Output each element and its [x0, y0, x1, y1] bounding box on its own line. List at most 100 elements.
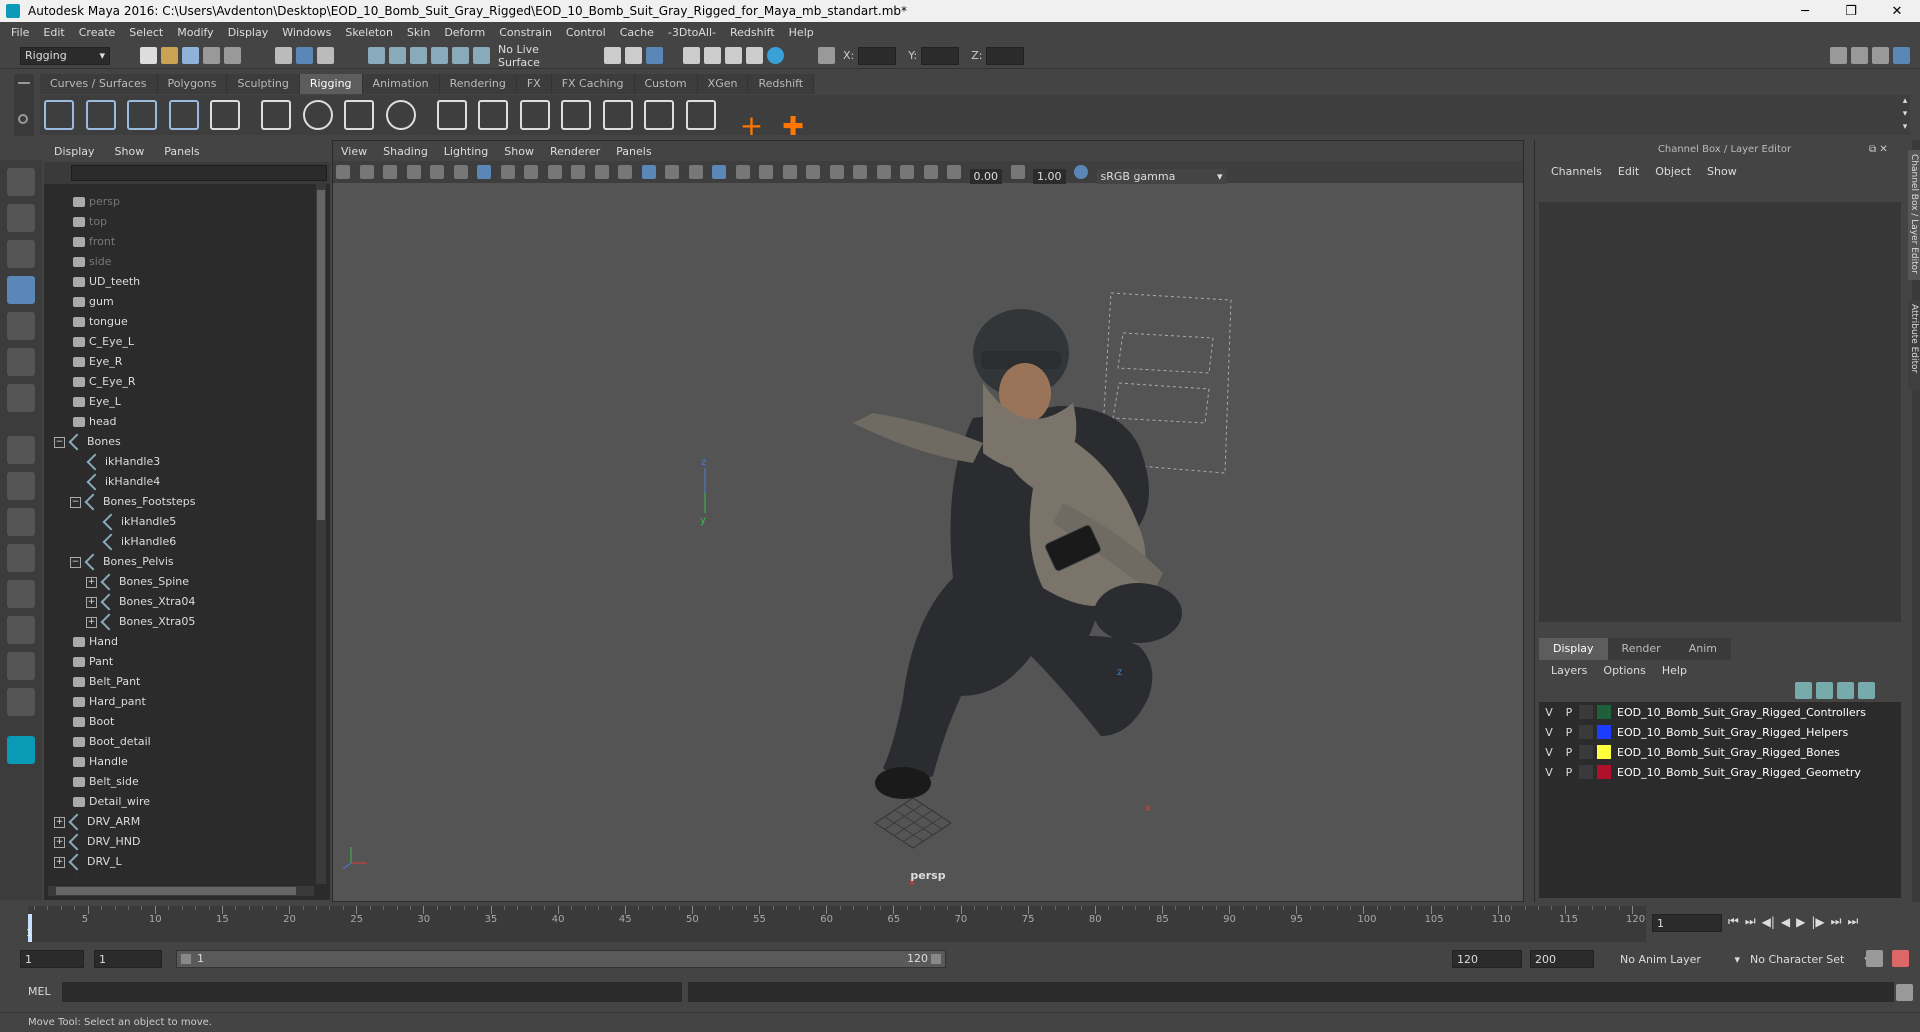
playback-end-field[interactable]: 120	[1452, 950, 1522, 968]
persp-graph-layout-icon[interactable]	[7, 544, 35, 572]
layer-color-swatch[interactable]	[1597, 705, 1611, 719]
grid-icon[interactable]	[477, 165, 491, 179]
motion-blur-icon[interactable]	[876, 165, 891, 179]
shadows-icon[interactable]	[759, 165, 773, 179]
hypershade-layout-icon[interactable]	[7, 580, 35, 608]
close-button[interactable]: ✕	[1874, 4, 1920, 19]
depth-of-field-icon[interactable]	[923, 165, 938, 179]
tool-settings-icon[interactable]	[1872, 47, 1889, 64]
outliner-item[interactable]: front	[44, 232, 330, 252]
menu-deform[interactable]: Deform	[437, 26, 492, 39]
new-scene-icon[interactable]	[140, 47, 157, 64]
outliner-item[interactable]: Handle	[44, 752, 330, 772]
shelf-tab-animation[interactable]: Animation	[362, 74, 440, 94]
use-lights-icon[interactable]	[735, 165, 750, 179]
menu-constrain[interactable]: Constrain	[492, 26, 559, 39]
outliner-item[interactable]: Eye_R	[44, 352, 330, 372]
select-component-icon[interactable]	[317, 47, 334, 64]
outliner-item[interactable]: − Bones	[44, 432, 330, 452]
step-forward-key-icon[interactable]: ⏭	[1831, 914, 1842, 929]
layer-display-type[interactable]	[1579, 765, 1593, 779]
viewport-menu-panels[interactable]: Panels	[608, 145, 659, 158]
maya-home-icon[interactable]	[7, 736, 35, 764]
render-setup-icon[interactable]	[725, 47, 742, 64]
camera-attributes-icon[interactable]	[359, 165, 374, 179]
layer-menu-layers[interactable]: Layers	[1543, 664, 1595, 677]
outliner-item[interactable]: + DRV_L	[44, 852, 330, 872]
step-forward-frame-icon[interactable]: |▶	[1811, 915, 1824, 929]
layer-display-type[interactable]	[1579, 745, 1593, 759]
viewport-menu-show[interactable]: Show	[496, 145, 542, 158]
snap-grid-icon[interactable]	[368, 47, 385, 64]
isolate-select-icon[interactable]	[829, 165, 844, 179]
outliner-item[interactable]: + Bones_Spine	[44, 572, 330, 592]
outliner-item[interactable]: Belt_Pant	[44, 672, 330, 692]
shelf-options[interactable]	[14, 74, 34, 136]
bind-skin-icon[interactable]	[261, 100, 291, 130]
outliner-item[interactable]: ikHandle6	[44, 532, 330, 552]
channel-menu-channels[interactable]: Channels	[1543, 165, 1610, 178]
layer-tab-display[interactable]: Display	[1539, 638, 1608, 660]
select-hierarchy-icon[interactable]	[275, 47, 292, 64]
shelf-tab-xgen[interactable]: XGen	[697, 74, 749, 94]
scale-constraint-icon[interactable]	[561, 100, 591, 130]
graph-editor-layout-icon[interactable]	[7, 652, 35, 680]
single-perspective-layout-icon[interactable]	[7, 436, 35, 464]
expand-icon[interactable]: +	[54, 816, 65, 828]
outliner-hscrollbar[interactable]	[48, 886, 314, 896]
outliner-item[interactable]: Belt_side	[44, 772, 330, 792]
shelf-tab-custom[interactable]: Custom	[634, 74, 698, 94]
menu-cache[interactable]: Cache	[613, 26, 661, 39]
render-view-icon[interactable]	[625, 47, 642, 64]
mode-dropdown[interactable]: Rigging ▾	[20, 46, 110, 65]
shelf-tab-fx[interactable]: FX	[516, 74, 552, 94]
attribute-editor-toggle-icon[interactable]	[1851, 47, 1868, 64]
layer-tab-anim[interactable]: Anim	[1674, 638, 1731, 660]
grease-pencil-icon[interactable]	[453, 165, 468, 179]
textured-icon[interactable]	[688, 165, 703, 179]
menu-modify[interactable]: Modify	[170, 26, 220, 39]
move-layer-down-icon[interactable]	[1816, 682, 1833, 699]
exposure-icon[interactable]	[947, 165, 961, 179]
menu-skeleton[interactable]: Skeleton	[338, 26, 400, 39]
lattice-icon[interactable]	[344, 100, 374, 130]
outliner-scrollbar[interactable]	[316, 184, 326, 884]
collapse-icon[interactable]: −	[54, 436, 65, 448]
viewport-menu-lighting[interactable]: Lighting	[436, 145, 496, 158]
point-constraint-icon[interactable]	[436, 100, 467, 130]
move-tool-icon[interactable]	[7, 276, 35, 304]
scale-tool-icon[interactable]	[7, 348, 35, 376]
layer-row[interactable]: V P EOD_10_Bomb_Suit_Gray_Rigged_Controlle…	[1539, 702, 1901, 722]
menu-help[interactable]: Help	[782, 26, 821, 39]
locator-icon[interactable]: +	[737, 112, 767, 142]
layer-visibility-toggle[interactable]: V	[1539, 766, 1559, 779]
panel-float-close[interactable]: ⧉ ✕	[1869, 144, 1888, 155]
layer-display-type[interactable]	[1579, 725, 1593, 739]
channel-menu-object[interactable]: Object	[1647, 165, 1699, 178]
outliner-item[interactable]: UD_teeth	[44, 272, 330, 292]
save-scene-icon[interactable]	[182, 47, 199, 64]
outliner-item[interactable]: Detail_wire	[44, 792, 330, 812]
outliner-item[interactable]: +DRV_R	[44, 872, 330, 874]
gamma-field[interactable]: 1.00	[1033, 168, 1066, 184]
layer-row[interactable]: V P EOD_10_Bomb_Suit_Gray_Rigged_Geometry	[1539, 762, 1901, 782]
wireframe-icon[interactable]	[618, 165, 632, 179]
default-lighting-icon[interactable]	[665, 165, 679, 179]
script-editor-icon[interactable]	[1896, 984, 1913, 1001]
viewport-menu-view[interactable]: View	[333, 145, 375, 158]
layer-color-swatch[interactable]	[1597, 765, 1611, 779]
menu-skin[interactable]: Skin	[400, 26, 437, 39]
ambient-occlusion-icon[interactable]	[853, 165, 867, 179]
pole-vector-icon[interactable]	[685, 100, 716, 130]
outliner-item[interactable]: + Bones_Xtra04	[44, 592, 330, 612]
layer-playback-toggle[interactable]: P	[1559, 766, 1579, 779]
gamma-icon[interactable]	[1010, 165, 1025, 179]
command-language-label[interactable]: MEL	[28, 985, 51, 998]
outliner-item[interactable]: ikHandle3	[44, 452, 330, 472]
select-tool-icon[interactable]	[7, 168, 35, 196]
x-field[interactable]	[858, 46, 897, 65]
layer-visibility-toggle[interactable]: V	[1539, 726, 1559, 739]
range-slider-bar[interactable]: 1 120	[176, 950, 946, 968]
layer-color-swatch[interactable]	[1597, 725, 1611, 739]
shelf-tab-fx-caching[interactable]: FX Caching	[551, 74, 635, 94]
